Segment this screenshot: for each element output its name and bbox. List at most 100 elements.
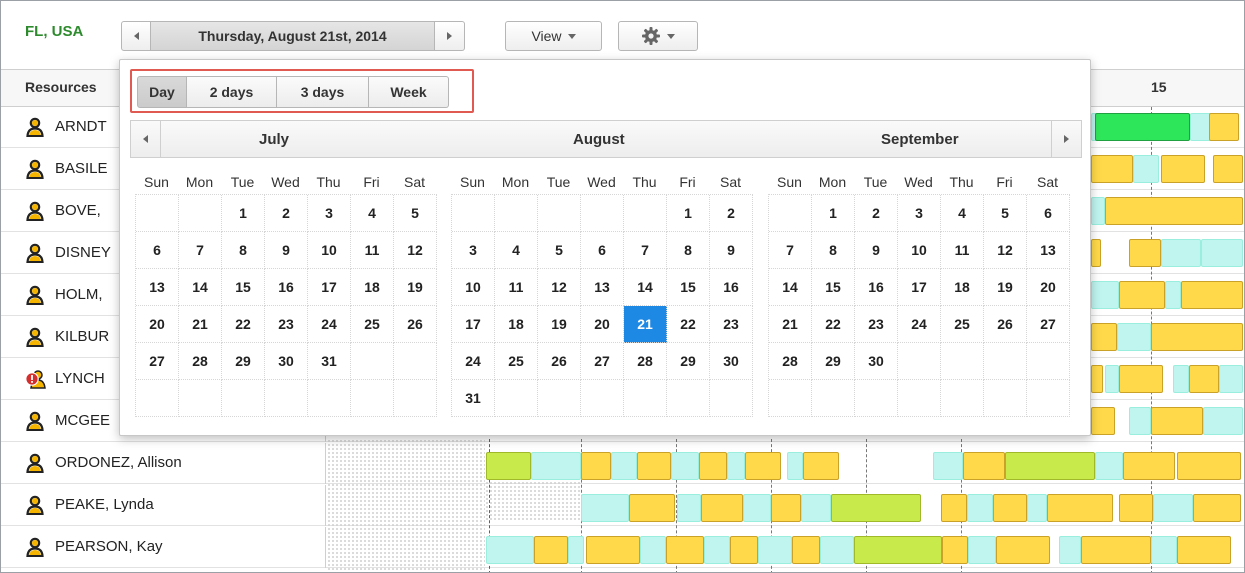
- day-cell[interactable]: 14: [624, 269, 667, 306]
- day-cell[interactable]: 17: [308, 269, 351, 306]
- day-cell[interactable]: 24: [898, 306, 941, 343]
- day-cell[interactable]: 10: [308, 232, 351, 269]
- selected-day-cell[interactable]: 21: [624, 306, 667, 343]
- day-cell[interactable]: 8: [667, 232, 710, 269]
- day-cell[interactable]: 6: [1027, 195, 1070, 232]
- resource-cell[interactable]: PEAKE, Lynda: [1, 485, 326, 526]
- day-cell[interactable]: 17: [452, 306, 495, 343]
- settings-button[interactable]: [618, 21, 698, 51]
- day-cell[interactable]: 2: [265, 195, 308, 232]
- day-cell[interactable]: 31: [452, 380, 495, 417]
- day-cell[interactable]: 25: [495, 343, 538, 380]
- day-cell[interactable]: 12: [394, 232, 437, 269]
- range-week-button[interactable]: Week: [369, 76, 449, 108]
- day-cell[interactable]: 23: [855, 306, 898, 343]
- day-cell[interactable]: 2: [710, 195, 753, 232]
- current-date-button[interactable]: Thursday, August 21st, 2014: [151, 21, 435, 51]
- day-cell[interactable]: 16: [710, 269, 753, 306]
- day-cell[interactable]: 5: [984, 195, 1027, 232]
- day-cell[interactable]: 28: [624, 343, 667, 380]
- day-cell[interactable]: 21: [769, 306, 812, 343]
- resource-row[interactable]: PEARSON, Kay: [1, 527, 1244, 568]
- day-cell[interactable]: 16: [855, 269, 898, 306]
- day-cell[interactable]: 8: [812, 232, 855, 269]
- day-cell[interactable]: 30: [265, 343, 308, 380]
- previous-day-button[interactable]: [121, 21, 151, 51]
- day-cell[interactable]: 4: [351, 195, 394, 232]
- day-cell[interactable]: 18: [351, 269, 394, 306]
- day-cell[interactable]: 4: [941, 195, 984, 232]
- day-cell[interactable]: 20: [136, 306, 179, 343]
- day-cell[interactable]: 24: [452, 343, 495, 380]
- day-cell[interactable]: 31: [308, 343, 351, 380]
- day-cell[interactable]: 29: [667, 343, 710, 380]
- day-cell[interactable]: 1: [222, 195, 265, 232]
- day-cell[interactable]: 29: [812, 343, 855, 380]
- day-cell[interactable]: 26: [394, 306, 437, 343]
- day-cell[interactable]: 15: [812, 269, 855, 306]
- day-cell[interactable]: 3: [308, 195, 351, 232]
- resource-cell[interactable]: PEARSON, Kay: [1, 527, 326, 568]
- day-cell[interactable]: 23: [710, 306, 753, 343]
- day-cell[interactable]: 19: [394, 269, 437, 306]
- day-cell[interactable]: 1: [667, 195, 710, 232]
- range-day-button[interactable]: Day: [137, 76, 187, 108]
- day-cell[interactable]: 9: [855, 232, 898, 269]
- day-cell[interactable]: 22: [667, 306, 710, 343]
- day-cell[interactable]: 3: [898, 195, 941, 232]
- day-cell[interactable]: 6: [581, 232, 624, 269]
- day-cell[interactable]: 13: [136, 269, 179, 306]
- day-cell[interactable]: 25: [941, 306, 984, 343]
- day-cell[interactable]: 20: [581, 306, 624, 343]
- day-cell[interactable]: 13: [1027, 232, 1070, 269]
- day-cell[interactable]: 10: [898, 232, 941, 269]
- day-cell[interactable]: 12: [538, 269, 581, 306]
- view-button[interactable]: View: [505, 21, 602, 51]
- day-cell[interactable]: 12: [984, 232, 1027, 269]
- day-cell[interactable]: 28: [179, 343, 222, 380]
- day-cell[interactable]: 13: [581, 269, 624, 306]
- day-cell[interactable]: 28: [769, 343, 812, 380]
- day-cell[interactable]: 21: [179, 306, 222, 343]
- range-2days-button[interactable]: 2 days: [187, 76, 277, 108]
- day-cell[interactable]: 14: [179, 269, 222, 306]
- resource-row[interactable]: PEAKE, Lynda: [1, 485, 1244, 526]
- range-3days-button[interactable]: 3 days: [277, 76, 369, 108]
- day-cell[interactable]: 5: [394, 195, 437, 232]
- day-cell[interactable]: 22: [812, 306, 855, 343]
- day-cell[interactable]: 23: [265, 306, 308, 343]
- next-month-button[interactable]: [1051, 121, 1081, 157]
- day-cell[interactable]: 4: [495, 232, 538, 269]
- resource-cell[interactable]: ORDONEZ, Allison: [1, 443, 326, 484]
- day-cell[interactable]: 26: [984, 306, 1027, 343]
- day-cell[interactable]: 11: [941, 232, 984, 269]
- day-cell[interactable]: 27: [581, 343, 624, 380]
- day-cell[interactable]: 11: [495, 269, 538, 306]
- day-cell[interactable]: 27: [136, 343, 179, 380]
- day-cell[interactable]: 18: [941, 269, 984, 306]
- day-cell[interactable]: 22: [222, 306, 265, 343]
- day-cell[interactable]: 30: [710, 343, 753, 380]
- day-cell[interactable]: 14: [769, 269, 812, 306]
- day-cell[interactable]: 30: [855, 343, 898, 380]
- day-cell[interactable]: 20: [1027, 269, 1070, 306]
- day-cell[interactable]: 29: [222, 343, 265, 380]
- day-cell[interactable]: 15: [222, 269, 265, 306]
- day-cell[interactable]: 6: [136, 232, 179, 269]
- day-cell[interactable]: 17: [898, 269, 941, 306]
- day-cell[interactable]: 16: [265, 269, 308, 306]
- day-cell[interactable]: 7: [179, 232, 222, 269]
- day-cell[interactable]: 9: [265, 232, 308, 269]
- day-cell[interactable]: 7: [769, 232, 812, 269]
- resource-row[interactable]: ORDONEZ, Allison: [1, 443, 1244, 484]
- day-cell[interactable]: 19: [984, 269, 1027, 306]
- day-cell[interactable]: 9: [710, 232, 753, 269]
- day-cell[interactable]: 5: [538, 232, 581, 269]
- day-cell[interactable]: 19: [538, 306, 581, 343]
- day-cell[interactable]: 11: [351, 232, 394, 269]
- day-cell[interactable]: 7: [624, 232, 667, 269]
- next-day-button[interactable]: [435, 21, 465, 51]
- day-cell[interactable]: 1: [812, 195, 855, 232]
- previous-month-button[interactable]: [131, 121, 161, 157]
- day-cell[interactable]: 26: [538, 343, 581, 380]
